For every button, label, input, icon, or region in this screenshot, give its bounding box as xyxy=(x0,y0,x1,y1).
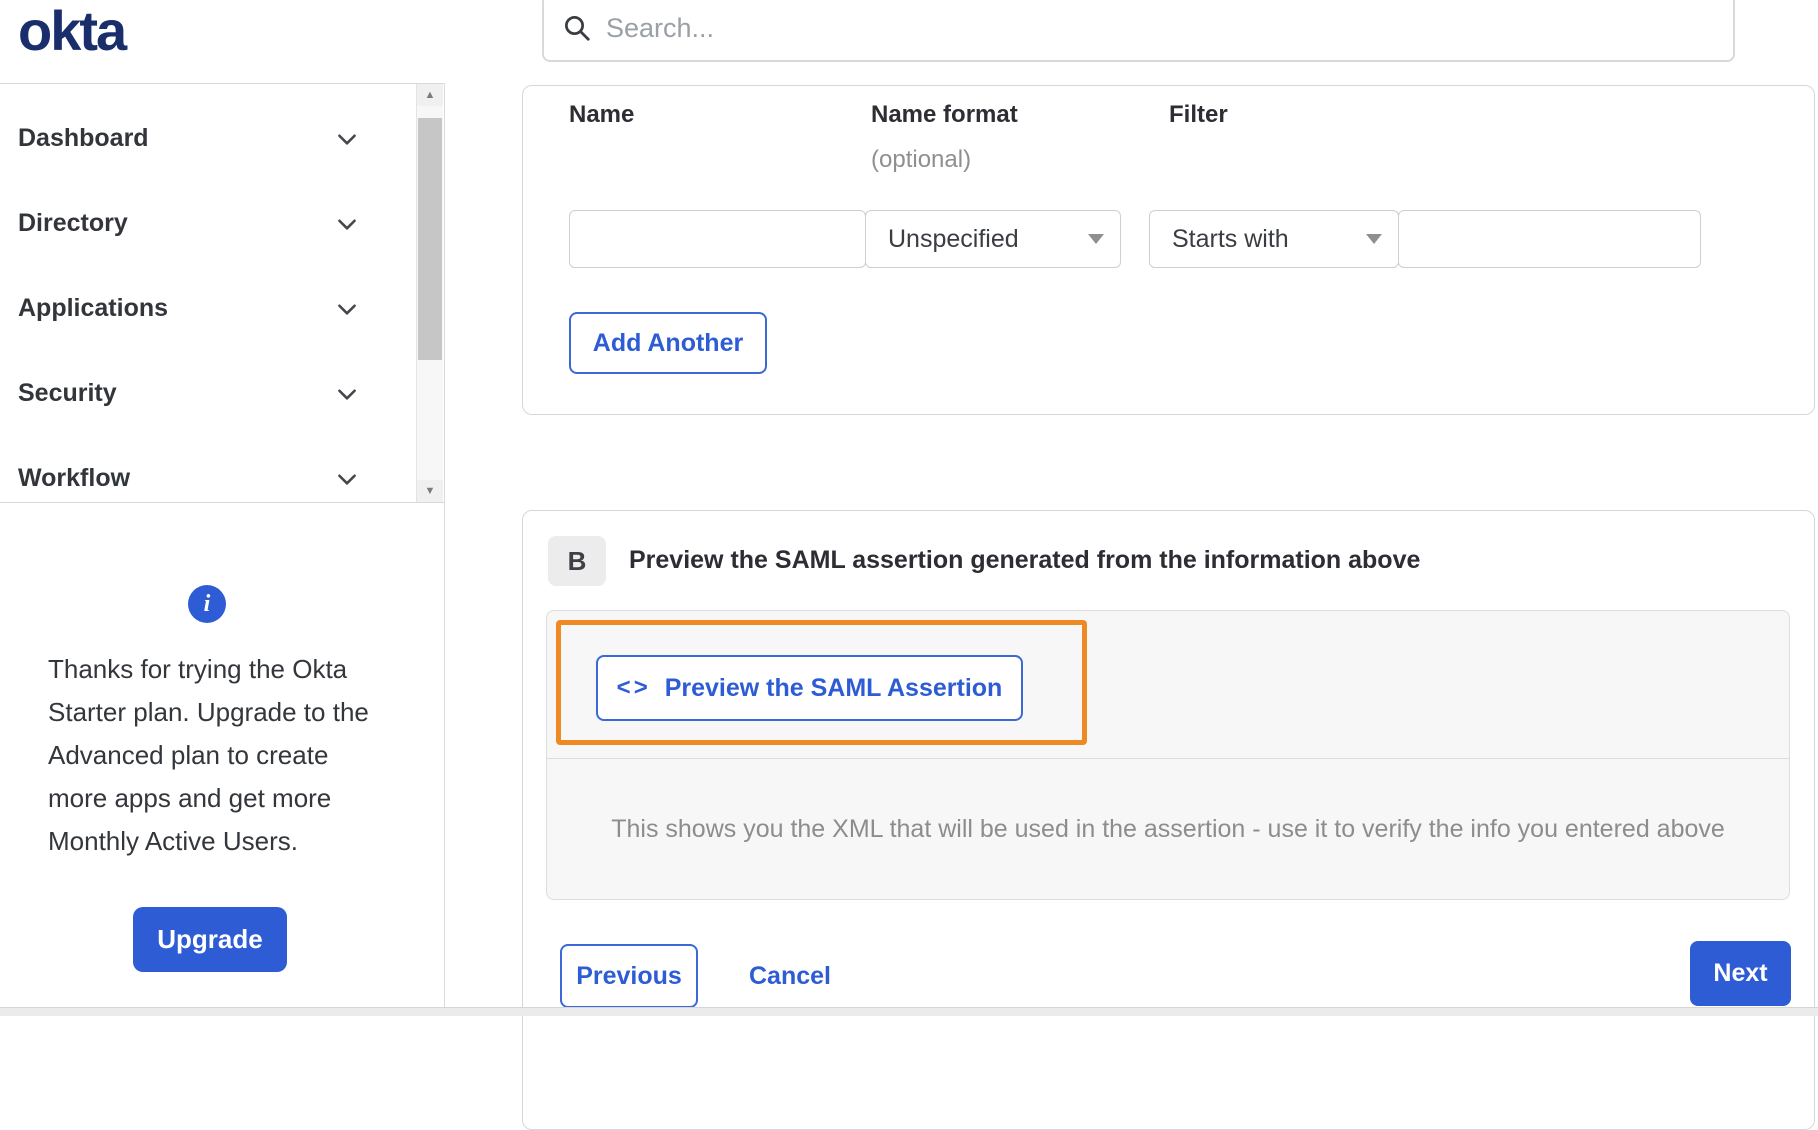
step-b-badge: B xyxy=(548,536,606,586)
preview-saml-assertion-button[interactable]: <> Preview the SAML Assertion xyxy=(596,655,1023,721)
dropdown-caret-icon xyxy=(1366,234,1382,244)
chevron-down-icon xyxy=(338,133,356,145)
scrollbar-thumb[interactable] xyxy=(418,118,442,360)
sidebar-item-directory[interactable]: Directory xyxy=(0,181,444,266)
preview-button-label: Preview the SAML Assertion xyxy=(664,673,1003,702)
preview-button-area: <> Preview the SAML Assertion xyxy=(547,611,1789,759)
global-search[interactable] xyxy=(542,0,1735,62)
attribute-statements-card: Name Name format (optional) Filter Unspe… xyxy=(522,85,1815,415)
scroll-down-arrow-icon[interactable]: ▼ xyxy=(417,480,443,502)
upgrade-message: Thanks for trying the Okta Starter plan.… xyxy=(48,654,369,856)
sidebar: Dashboard Directory Applications Securit… xyxy=(0,83,444,503)
dropdown-caret-icon xyxy=(1088,234,1104,244)
search-icon xyxy=(565,16,590,41)
cancel-link[interactable]: Cancel xyxy=(749,944,831,1008)
preview-description: This shows you the XML that will be used… xyxy=(611,814,1725,843)
previous-button[interactable]: Previous xyxy=(560,944,698,1008)
code-icon: <> xyxy=(616,674,651,701)
sidebar-item-label: Directory xyxy=(18,209,128,237)
scroll-up-arrow-icon[interactable]: ▲ xyxy=(417,84,443,106)
upgrade-button[interactable]: Upgrade xyxy=(133,907,287,972)
chevron-down-icon xyxy=(338,388,356,400)
name-format-selected-value: Unspecified xyxy=(888,224,1019,253)
sidebar-item-applications[interactable]: Applications xyxy=(0,266,444,351)
okta-logo: okta xyxy=(18,0,127,62)
sidebar-item-dashboard[interactable]: Dashboard xyxy=(0,96,444,181)
name-format-optional-hint: (optional) xyxy=(871,146,972,173)
sidebar-item-workflow[interactable]: Workflow xyxy=(0,436,444,521)
sidebar-item-label: Security xyxy=(18,379,117,407)
sidebar-scrollbar[interactable]: ▲ ▼ xyxy=(416,84,443,502)
filter-column-label: Filter xyxy=(1169,101,1228,128)
next-button[interactable]: Next xyxy=(1690,941,1791,1006)
attribute-name-input[interactable] xyxy=(569,210,866,268)
search-input[interactable] xyxy=(606,12,1715,44)
add-another-button[interactable]: Add Another xyxy=(569,312,767,374)
saml-preview-card: B Preview the SAML assertion generated f… xyxy=(522,510,1815,1130)
chevron-down-icon xyxy=(338,303,356,315)
sidebar-item-label: Dashboard xyxy=(18,124,149,152)
sidebar-item-label: Applications xyxy=(18,294,169,322)
sidebar-item-security[interactable]: Security xyxy=(0,351,444,436)
preview-section-title: Preview the SAML assertion generated fro… xyxy=(629,546,1421,574)
name-format-column-label: Name format xyxy=(871,101,1018,128)
sidebar-divider xyxy=(444,83,445,1016)
filter-operator-select[interactable]: Starts with xyxy=(1149,210,1399,268)
window-bottom-edge xyxy=(0,1007,1818,1016)
sidebar-item-label: Workflow xyxy=(18,464,131,492)
filter-value-input[interactable] xyxy=(1398,210,1701,268)
info-icon: i xyxy=(188,585,226,623)
name-format-select[interactable]: Unspecified xyxy=(865,210,1121,268)
chevron-down-icon xyxy=(338,218,356,230)
name-column-label: Name xyxy=(569,101,635,128)
filter-operator-selected-value: Starts with xyxy=(1172,224,1289,253)
chevron-down-icon xyxy=(338,473,356,485)
preview-panel: <> Preview the SAML Assertion This shows… xyxy=(546,610,1790,900)
